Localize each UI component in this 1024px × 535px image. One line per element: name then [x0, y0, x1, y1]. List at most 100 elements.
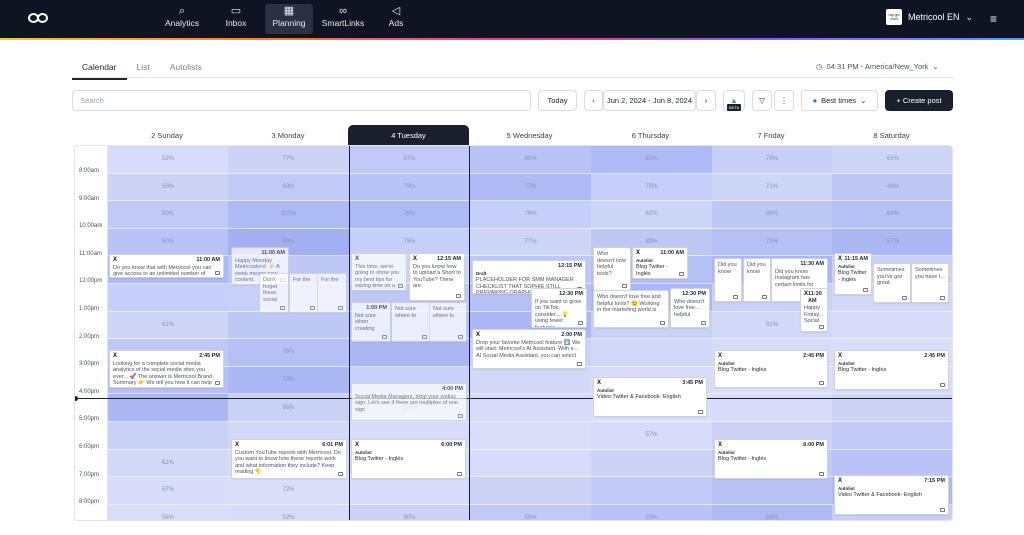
time-slot[interactable]: 50% — [108, 173, 228, 202]
time-slot[interactable]: 79% — [228, 339, 349, 367]
nav-ads[interactable]: ◁ Ads — [383, 4, 409, 34]
time-slot[interactable] — [470, 422, 591, 450]
time-slot[interactable] — [832, 311, 952, 340]
time-slot[interactable]: 56% — [712, 504, 832, 520]
prev-week-button[interactable]: ‹ — [584, 90, 603, 111]
nav-planning[interactable]: ▦ Planning — [265, 4, 313, 34]
date-range-picker[interactable]: Jun 2, 2024 - Jun 8, 2024 — [603, 90, 696, 111]
post-card[interactable]: X 6:00 PM Autolist Blog Twitter - Inglés — [714, 439, 828, 479]
time-slot[interactable]: 80% — [591, 146, 712, 174]
post-card[interactable]: For the — [317, 273, 347, 313]
post-card[interactable]: 12:30 PM Who doesn't love free... helpful — [670, 288, 710, 328]
nav-smartlinks[interactable]: ∞ SmartLinks — [321, 4, 365, 34]
create-post-button[interactable]: + Create post — [885, 90, 953, 111]
post-card[interactable]: X 2:45 PM Autolist Blog Twitter - Inglés — [714, 350, 828, 388]
account-switcher[interactable]: my go cool Metricool EN ⌄ — [886, 9, 973, 25]
time-slot[interactable]: 79% — [350, 173, 469, 202]
time-slot[interactable]: 72% — [228, 477, 349, 505]
time-slot[interactable]: 77% — [228, 146, 349, 174]
time-slot[interactable] — [350, 339, 469, 367]
post-card[interactable]: Who doesn't love helpful tools? — [593, 247, 631, 291]
post-card[interactable]: Don't forget these social — [259, 273, 289, 313]
time-slot[interactable]: 80% — [470, 146, 591, 174]
time-slot[interactable] — [108, 284, 228, 312]
day-column[interactable]: 52% 50% 50% 50% 61% 61% 67% 56% — [108, 146, 228, 520]
post-card[interactable]: Not sure where to — [429, 302, 467, 342]
time-slot[interactable] — [108, 422, 228, 450]
today-button[interactable]: Today — [538, 90, 577, 111]
time-slot[interactable] — [591, 339, 712, 367]
time-slot[interactable]: 59% — [470, 504, 591, 520]
time-slot[interactable] — [470, 366, 591, 395]
post-card[interactable]: Sometimes you have t... — [911, 263, 949, 303]
time-slot[interactable]: 76% — [470, 201, 591, 229]
time-slot[interactable]: 64% — [832, 201, 952, 229]
post-card[interactable]: X 12:15 AM Do you know how to upload a Sho… — [409, 253, 465, 301]
metricool-logo-icon[interactable] — [28, 11, 50, 25]
time-slot[interactable]: 73% — [712, 228, 832, 257]
time-slot[interactable] — [712, 477, 832, 505]
time-slot[interactable]: 77% — [470, 173, 591, 202]
post-card[interactable]: 4:00 PM Social Media Managers, drop your … — [351, 383, 467, 421]
time-slot[interactable]: 50% — [350, 504, 469, 520]
post-card[interactable]: Did you know — [714, 258, 742, 302]
time-slot[interactable]: 83% — [228, 173, 349, 202]
day-column[interactable]: 80% 75% 82% 89% 57% 53% — [591, 146, 712, 520]
time-slot[interactable]: 71% — [712, 173, 832, 202]
time-slot[interactable]: 65% — [832, 146, 952, 174]
timezone-selector[interactable]: ◷ 04:31 PM - America/New_York ⌄ — [816, 62, 939, 71]
time-slot[interactable] — [832, 449, 952, 478]
time-slot[interactable] — [470, 477, 591, 505]
more-options-button[interactable]: ⋮ — [774, 90, 794, 111]
time-slot[interactable]: 72% — [228, 366, 349, 395]
post-card[interactable]: X 2:45 PM Looking for a complete social me… — [109, 350, 224, 388]
time-slot[interactable]: 67% — [350, 146, 469, 174]
post-card[interactable]: 12:30 PM If you want to grow on TikTok, c… — [531, 288, 587, 328]
time-slot[interactable] — [591, 477, 712, 505]
post-card[interactable]: X 11:30 AM Happy Friday... Social — [800, 288, 828, 332]
post-card[interactable]: Who doesn't love free and helpful tools?… — [593, 290, 669, 328]
time-slot[interactable] — [350, 477, 469, 505]
time-slot[interactable] — [832, 422, 952, 450]
time-slot[interactable]: 76% — [350, 201, 469, 229]
time-slot[interactable] — [228, 311, 349, 340]
post-card[interactable]: X 11:00 AM Do you know that with Metricool… — [109, 254, 224, 278]
post-card[interactable]: X 2:00 PM Drop your favorite Metricool fea… — [472, 329, 586, 369]
time-slot[interactable]: 52% — [228, 504, 349, 520]
filter-button[interactable]: ▽ — [752, 90, 772, 111]
time-slot[interactable]: 49% — [832, 173, 952, 202]
post-card[interactable]: X 7:15 PM Autolist Video Twitter & Facebook… — [834, 475, 949, 515]
time-slot[interactable]: 52% — [108, 146, 228, 174]
time-slot[interactable] — [470, 449, 591, 478]
post-card[interactable]: X 6:01 PM Custom YouTube reports with Metr… — [231, 439, 347, 479]
time-slot[interactable]: 88% — [712, 201, 832, 229]
search-input[interactable]: Search — [72, 90, 531, 111]
post-card[interactable]: X 2:45 PM Autolist Blog Twitter - Inglés — [834, 350, 949, 390]
nav-inbox[interactable]: ▭ Inbox — [218, 4, 254, 34]
day-column[interactable]: 65% 49% 64% 57% — [832, 146, 952, 520]
post-card[interactable]: For the — [289, 273, 319, 313]
time-slot[interactable]: 75% — [591, 173, 712, 202]
time-slot[interactable] — [591, 449, 712, 478]
post-card[interactable]: X 11:15 AM Autolist Blog Twitter - Inglés — [834, 253, 872, 295]
time-slot[interactable]: 78% — [712, 146, 832, 174]
post-card[interactable]: Sometimes you've got great — [873, 263, 911, 303]
post-card[interactable]: X 3:45 PM Autolist Video Twitter & Facebook… — [593, 377, 707, 417]
next-week-button[interactable]: › — [696, 90, 716, 111]
post-card[interactable]: Not sure where to — [391, 302, 431, 342]
post-card[interactable]: 1:00 PM Not sure when creating — [351, 302, 391, 342]
time-slot[interactable]: 61% — [108, 449, 228, 478]
post-card[interactable]: X 11:00 AM Autolist Blog Twitter - Inglés — [632, 247, 688, 279]
time-slot[interactable]: 67% — [108, 477, 228, 505]
time-slot[interactable]: 50% — [108, 228, 228, 257]
post-card[interactable]: Did you know — [743, 258, 771, 302]
time-slot[interactable]: 82% — [591, 201, 712, 229]
post-card[interactable]: X This time, we're going to show you my b… — [351, 253, 407, 291]
time-slot[interactable]: 77% — [470, 228, 591, 257]
time-slot[interactable]: 61% — [108, 311, 228, 340]
menu-icon[interactable]: ≡ — [990, 12, 997, 26]
time-slot[interactable]: 56% — [108, 504, 228, 520]
time-slot[interactable]: 50% — [108, 201, 228, 229]
post-card[interactable]: X 6:00 PM Autolist Blog Twitter - Inglés — [351, 439, 466, 479]
time-slot[interactable]: 53% — [591, 504, 712, 520]
